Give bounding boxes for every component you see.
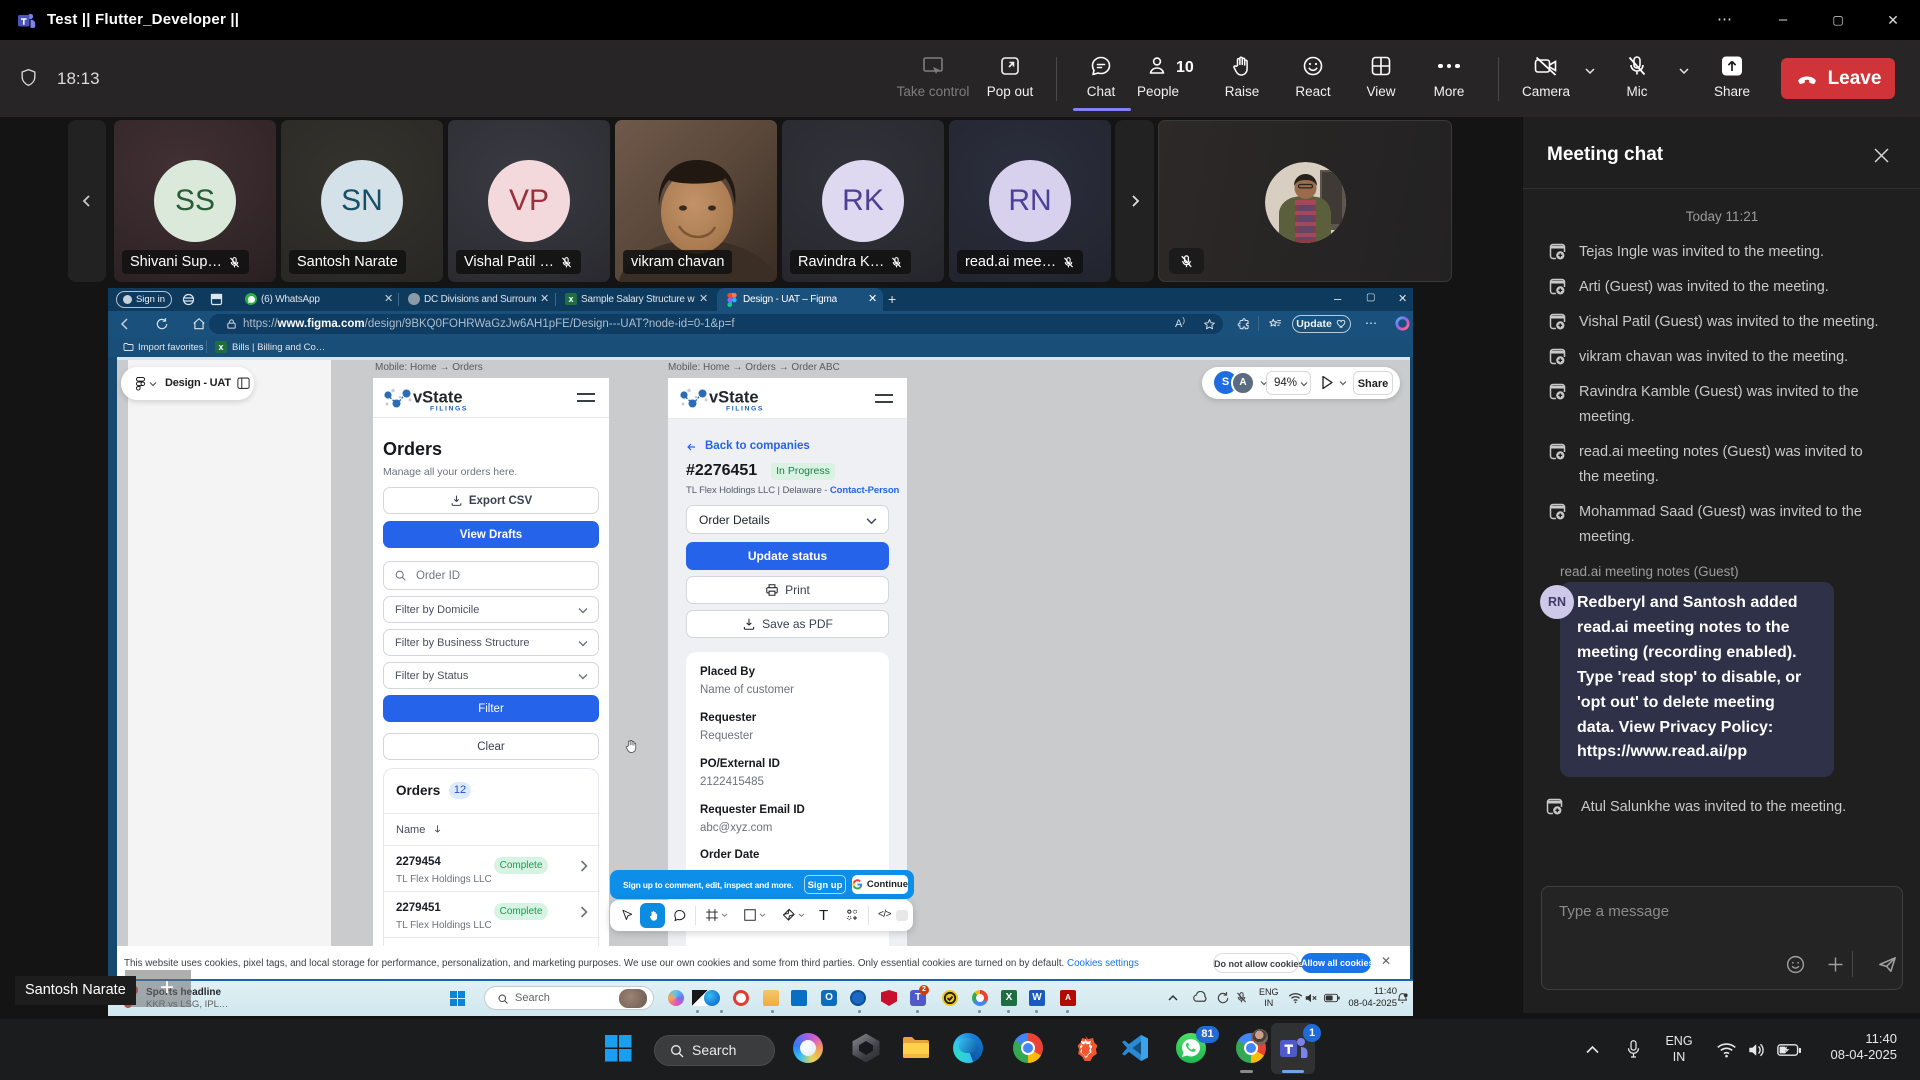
svg-text:FILINGS: FILINGS (430, 406, 468, 413)
svg-text:vState: vState (709, 389, 759, 407)
svg-text:FILINGS: FILINGS (726, 406, 764, 413)
svg-text:vState: vState (413, 389, 463, 407)
